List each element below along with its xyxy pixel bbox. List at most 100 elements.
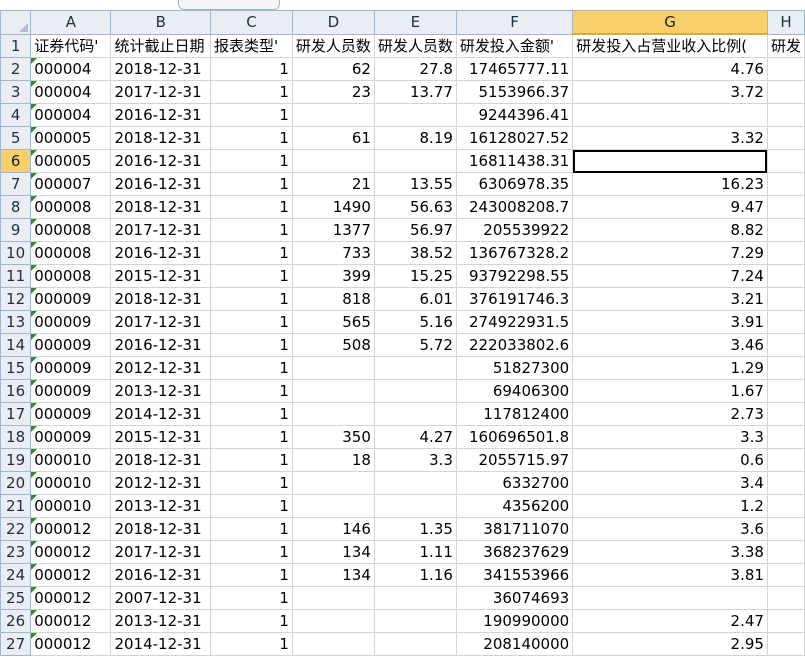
cell-d15[interactable]: [291, 356, 375, 380]
cell-f14[interactable]: 222033802.6: [455, 333, 574, 357]
cell-f11[interactable]: 93792298.55: [455, 264, 574, 288]
cell-g19[interactable]: 0.6: [572, 448, 768, 472]
cell-b27[interactable]: 2014-12-31: [110, 632, 211, 656]
row-header-10[interactable]: 10: [0, 241, 32, 265]
cell-c11[interactable]: 1: [209, 264, 293, 288]
row-header-12[interactable]: 12: [0, 287, 32, 311]
row-header-24[interactable]: 24: [0, 563, 32, 587]
cell-h27[interactable]: [766, 632, 805, 656]
cell-c21[interactable]: 1: [209, 494, 293, 518]
cell-f16[interactable]: 69406300: [455, 379, 574, 403]
cell-h13[interactable]: [766, 310, 805, 334]
row-header-14[interactable]: 14: [0, 333, 32, 357]
cell-a18[interactable]: 000009: [30, 425, 112, 449]
cell-d3[interactable]: 23: [291, 80, 375, 104]
cell-d9[interactable]: 1377: [291, 218, 375, 242]
cell-g7[interactable]: 16.23: [572, 172, 768, 196]
cell-d27[interactable]: [291, 632, 375, 656]
cell-a8[interactable]: 000008: [30, 195, 112, 219]
cell-f23[interactable]: 368237629: [455, 540, 574, 564]
cell-h20[interactable]: [766, 471, 805, 495]
cell-f2[interactable]: 17465777.11: [455, 57, 574, 81]
cell-d18[interactable]: 350: [291, 425, 375, 449]
cell-g4[interactable]: [572, 103, 768, 127]
cell-f12[interactable]: 376191746.3: [455, 287, 574, 311]
row-header-23[interactable]: 23: [0, 540, 32, 564]
cell-h1[interactable]: 研发: [766, 33, 805, 58]
cell-e12[interactable]: 6.01: [373, 287, 457, 311]
cell-a26[interactable]: 000012: [30, 609, 112, 633]
cell-b7[interactable]: 2016-12-31: [110, 172, 211, 196]
cell-f21[interactable]: 4356200: [455, 494, 574, 518]
cell-f3[interactable]: 5153966.37: [455, 80, 574, 104]
cell-c17[interactable]: 1: [209, 402, 293, 426]
cell-e3[interactable]: 13.77: [373, 80, 457, 104]
row-header-7[interactable]: 7: [0, 172, 32, 196]
cell-f7[interactable]: 6306978.35: [455, 172, 574, 196]
cell-b4[interactable]: 2016-12-31: [110, 103, 211, 127]
cell-g3[interactable]: 3.72: [572, 80, 768, 104]
column-header-c[interactable]: C: [209, 10, 293, 35]
cell-b15[interactable]: 2012-12-31: [110, 356, 211, 380]
cell-c1[interactable]: 报表类型': [209, 33, 293, 58]
cell-b18[interactable]: 2015-12-31: [110, 425, 211, 449]
cell-e8[interactable]: 56.63: [373, 195, 457, 219]
cell-f17[interactable]: 117812400: [455, 402, 574, 426]
cell-d7[interactable]: 21: [291, 172, 375, 196]
cell-e16[interactable]: [373, 379, 457, 403]
cell-a22[interactable]: 000012: [30, 517, 112, 541]
cell-a13[interactable]: 000009: [30, 310, 112, 334]
column-header-h[interactable]: H: [766, 10, 805, 35]
cell-a6[interactable]: 000005: [30, 149, 112, 173]
cell-a16[interactable]: 000009: [30, 379, 112, 403]
cell-h14[interactable]: [766, 333, 805, 357]
cell-b19[interactable]: 2018-12-31: [110, 448, 211, 472]
row-header-16[interactable]: 16: [0, 379, 32, 403]
cell-c22[interactable]: 1: [209, 517, 293, 541]
row-header-2[interactable]: 2: [0, 57, 32, 81]
row-header-4[interactable]: 4: [0, 103, 32, 127]
cell-h24[interactable]: [766, 563, 805, 587]
cell-f27[interactable]: 208140000: [455, 632, 574, 656]
cell-h9[interactable]: [766, 218, 805, 242]
cell-b16[interactable]: 2013-12-31: [110, 379, 211, 403]
cell-e25[interactable]: [373, 586, 457, 610]
cell-e11[interactable]: 15.25: [373, 264, 457, 288]
cell-d5[interactable]: 61: [291, 126, 375, 150]
cell-f22[interactable]: 381711070: [455, 517, 574, 541]
cell-d8[interactable]: 1490: [291, 195, 375, 219]
cell-f8[interactable]: 243008208.7: [455, 195, 574, 219]
cell-b2[interactable]: 2018-12-31: [110, 57, 211, 81]
cell-b23[interactable]: 2017-12-31: [110, 540, 211, 564]
row-header-22[interactable]: 22: [0, 517, 32, 541]
cell-d2[interactable]: 62: [291, 57, 375, 81]
cell-b24[interactable]: 2016-12-31: [110, 563, 211, 587]
column-header-g[interactable]: G: [572, 10, 768, 35]
cell-c23[interactable]: 1: [209, 540, 293, 564]
cell-h18[interactable]: [766, 425, 805, 449]
cell-a17[interactable]: 000009: [30, 402, 112, 426]
cell-g8[interactable]: 9.47: [572, 195, 768, 219]
cell-a2[interactable]: 000004: [30, 57, 112, 81]
cell-e18[interactable]: 4.27: [373, 425, 457, 449]
cell-a1[interactable]: 证券代码': [30, 33, 112, 58]
cell-g5[interactable]: 3.32: [572, 126, 768, 150]
cell-h11[interactable]: [766, 264, 805, 288]
cell-c7[interactable]: 1: [209, 172, 293, 196]
cell-f4[interactable]: 9244396.41: [455, 103, 574, 127]
cell-a20[interactable]: 000010: [30, 471, 112, 495]
select-all-corner[interactable]: [0, 10, 32, 35]
cell-c6[interactable]: 1: [209, 149, 293, 173]
cell-c2[interactable]: 1: [209, 57, 293, 81]
active-cell-g6[interactable]: [572, 149, 768, 173]
cell-d19[interactable]: 18: [291, 448, 375, 472]
cell-e5[interactable]: 8.19: [373, 126, 457, 150]
cell-g16[interactable]: 1.67: [572, 379, 768, 403]
cell-e27[interactable]: [373, 632, 457, 656]
row-header-11[interactable]: 11: [0, 264, 32, 288]
cell-g25[interactable]: [572, 586, 768, 610]
row-header-20[interactable]: 20: [0, 471, 32, 495]
cell-e1[interactable]: 研发人员数: [373, 33, 457, 58]
cell-h5[interactable]: [766, 126, 805, 150]
cell-e20[interactable]: [373, 471, 457, 495]
